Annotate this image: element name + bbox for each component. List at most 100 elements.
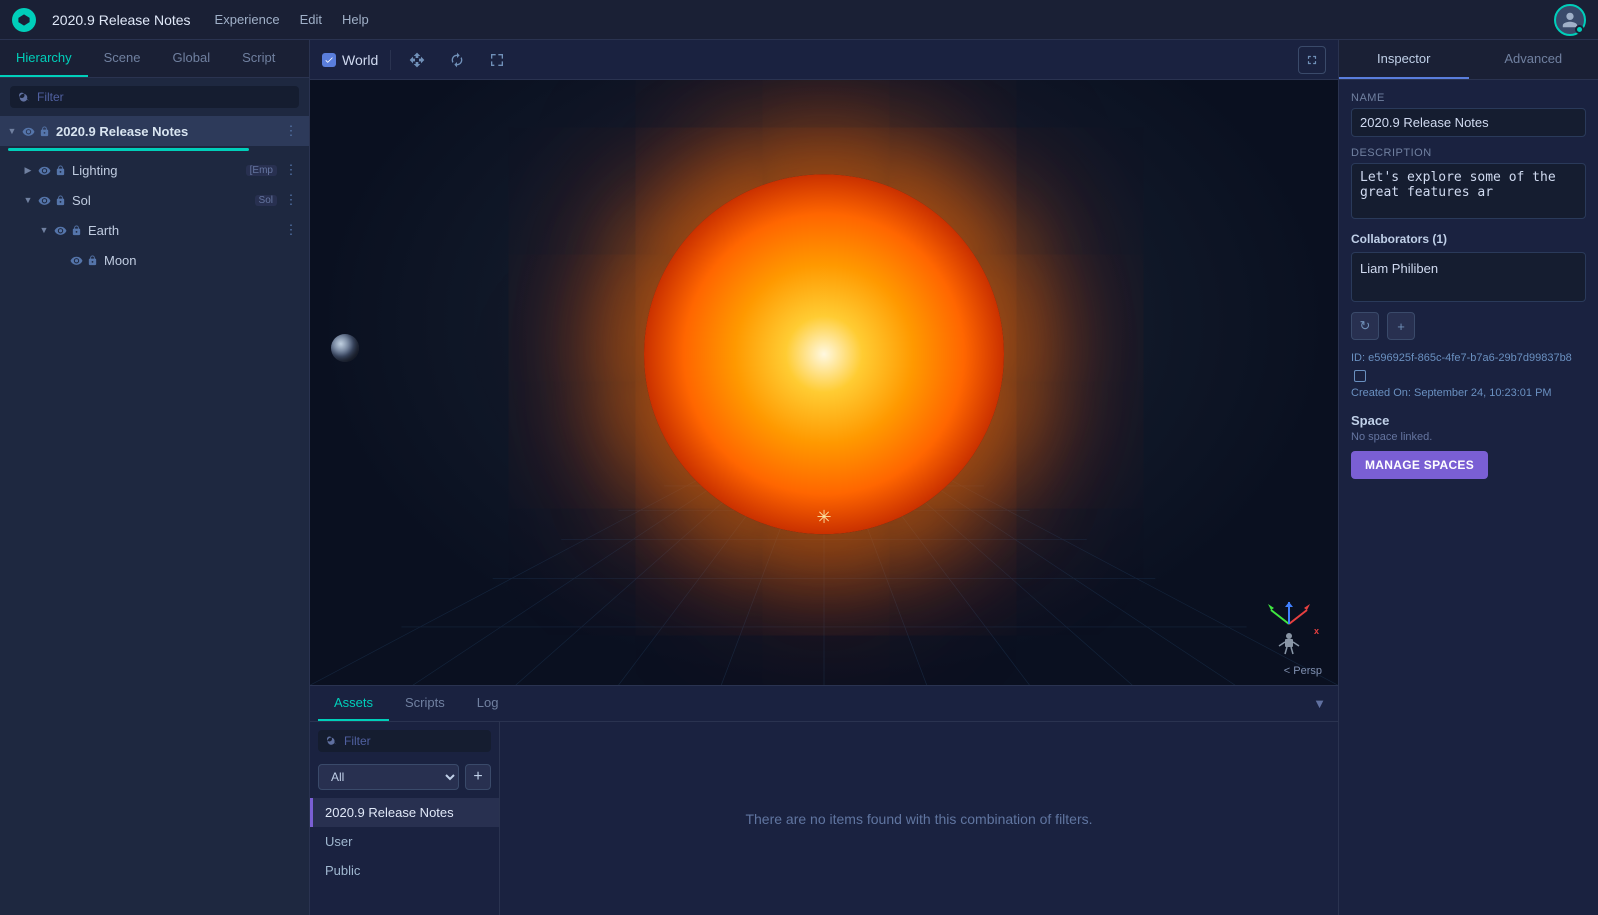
sun-crosshair: ✳ xyxy=(816,507,831,528)
expand-viewport-button[interactable] xyxy=(1298,46,1326,74)
copy-id-icon[interactable] xyxy=(1354,370,1366,382)
header-nav: Experience Edit Help xyxy=(215,12,369,27)
tab-advanced[interactable]: Advanced xyxy=(1469,40,1598,79)
bottom-panel: Assets Scripts Log ▼ All xyxy=(310,685,1338,915)
inspector-actions-row: ↻ + xyxy=(1351,312,1586,340)
app-logo[interactable] xyxy=(12,8,36,32)
inspector-collaborators-section: Collaborators (1) Liam Philiben xyxy=(1351,232,1586,302)
tree-eye-sol[interactable] xyxy=(36,192,52,208)
tree-lock-moon[interactable] xyxy=(84,252,100,268)
tree-menu-root[interactable]: ⋮ xyxy=(281,121,301,141)
tree-lock-lighting[interactable] xyxy=(52,162,68,178)
bottom-panel-chevron[interactable]: ▼ xyxy=(1309,692,1330,715)
collaborator-name: Liam Philiben xyxy=(1360,261,1438,276)
assets-type-select[interactable]: All xyxy=(318,764,459,790)
inspector-name-input[interactable] xyxy=(1351,108,1586,137)
assets-content: All + 2020.9 Release Notes User Public T… xyxy=(310,722,1338,915)
tree-menu-earth[interactable]: ⋮ xyxy=(281,220,301,240)
move-tool-icon[interactable] xyxy=(403,46,431,74)
tab-scripts[interactable]: Scripts xyxy=(389,686,461,721)
tree-menu-sol[interactable]: ⋮ xyxy=(281,190,301,210)
tab-log[interactable]: Log xyxy=(461,686,515,721)
tree-tag-lighting: [Emp xyxy=(246,165,277,176)
inspector-description-textarea[interactable]: Let's explore some of the great features… xyxy=(1351,163,1586,219)
tab-inspector[interactable]: Inspector xyxy=(1339,40,1469,79)
inspector-tabs-row: Inspector Advanced xyxy=(1339,40,1598,80)
viewport-toolbar: World xyxy=(310,40,1338,80)
nav-experience[interactable]: Experience xyxy=(215,12,280,27)
tree-item-sol[interactable]: ▼ Sol Sol ⋮ xyxy=(0,185,309,215)
tree-arrow-earth[interactable]: ▼ xyxy=(36,222,52,238)
assets-filter-input[interactable] xyxy=(344,734,483,748)
viewport-gizmo[interactable]: x xyxy=(1257,592,1322,657)
inspector-description-label: Description xyxy=(1351,147,1586,159)
assets-type-row: All + xyxy=(310,760,499,798)
scale-tool-icon[interactable] xyxy=(483,46,511,74)
hierarchy-tabs: Hierarchy Scene Global Script xyxy=(0,40,309,78)
top-header: 2020.9 Release Notes Experience Edit Hel… xyxy=(0,0,1598,40)
tree-tag-sol: Sol xyxy=(255,195,277,206)
tab-hierarchy[interactable]: Hierarchy xyxy=(0,40,88,77)
tree-menu-lighting[interactable]: ⋮ xyxy=(281,160,301,180)
tree-eye-moon[interactable] xyxy=(68,252,84,268)
assets-list-item-public[interactable]: Public xyxy=(310,856,499,885)
main-layout: Hierarchy Scene Global Script ▼ xyxy=(0,40,1598,915)
tab-script[interactable]: Script xyxy=(226,40,291,77)
tree-eye-lighting[interactable] xyxy=(36,162,52,178)
hierarchy-filter-row xyxy=(0,78,309,116)
tree-lock-sol[interactable] xyxy=(52,192,68,208)
rotate-tool-icon[interactable] xyxy=(443,46,471,74)
viewport[interactable]: ✳ xyxy=(310,80,1338,685)
hierarchy-filter-wrap xyxy=(10,86,299,108)
tree-label-moon: Moon xyxy=(100,253,301,268)
inspector-description-section: Description Let's explore some of the gr… xyxy=(1351,147,1586,222)
inspector-created-value: September 24, 10:23:01 PM xyxy=(1414,387,1552,399)
assets-filter-row xyxy=(310,722,499,760)
tree-arrow-sol[interactable]: ▼ xyxy=(20,192,36,208)
sun-object xyxy=(644,174,1004,534)
hierarchy-filter-input[interactable] xyxy=(37,90,291,104)
tree-item-lighting[interactable]: ▶ Lighting [Emp ⋮ xyxy=(0,155,309,185)
tree-label-sol: Sol xyxy=(68,193,255,208)
inspector-collaborators-title: Collaborators (1) xyxy=(1351,232,1586,246)
scroll-indicator xyxy=(8,148,249,151)
inspector-add-button[interactable]: + xyxy=(1387,312,1415,340)
inspector-space-label: Space xyxy=(1351,413,1586,428)
tab-scene[interactable]: Scene xyxy=(88,40,157,77)
nav-edit[interactable]: Edit xyxy=(300,12,322,27)
assets-add-button[interactable]: + xyxy=(465,764,491,790)
assets-list-item-release-notes[interactable]: 2020.9 Release Notes xyxy=(310,798,499,827)
tree-item-moon[interactable]: ▶ Moon xyxy=(0,245,309,275)
assets-list-item-user[interactable]: User xyxy=(310,827,499,856)
tree-label-earth: Earth xyxy=(84,223,281,238)
search-icon xyxy=(18,91,31,104)
tab-assets[interactable]: Assets xyxy=(318,686,389,721)
nav-help[interactable]: Help xyxy=(342,12,369,27)
user-avatar[interactable] xyxy=(1554,4,1586,36)
inspector-refresh-button[interactable]: ↻ xyxy=(1351,312,1379,340)
right-panel: Inspector Advanced Name Description Let'… xyxy=(1338,40,1598,915)
small-planet-object xyxy=(331,334,359,362)
tree-arrow-lighting[interactable]: ▶ xyxy=(20,162,36,178)
left-panel: Hierarchy Scene Global Script ▼ xyxy=(0,40,310,915)
tree-eye-earth[interactable] xyxy=(52,222,68,238)
bottom-tabs-row: Assets Scripts Log ▼ xyxy=(310,686,1338,722)
inspector-id-section: ID: e596925f-865c-4fe7-b7a6-29b7d99837b8… xyxy=(1351,350,1586,403)
inspector-id-value: e596925f-865c-4fe7-b7a6-29b7d99837b8 xyxy=(1368,352,1572,364)
center-panel: World xyxy=(310,40,1338,915)
world-checkbox[interactable]: World xyxy=(322,52,378,68)
tree-lock-earth[interactable] xyxy=(68,222,84,238)
tab-global[interactable]: Global xyxy=(157,40,227,77)
hierarchy-tree: ▼ 2020.9 Release Notes ⋮ ▶ xyxy=(0,116,309,915)
tree-item-root[interactable]: ▼ 2020.9 Release Notes ⋮ xyxy=(0,116,309,146)
inspector-content: Name Description Let's explore some of t… xyxy=(1339,80,1598,915)
tree-item-earth[interactable]: ▼ Earth ⋮ xyxy=(0,215,309,245)
tree-lock-root[interactable] xyxy=(36,123,52,139)
tree-label-lighting: Lighting xyxy=(68,163,246,178)
manage-spaces-button[interactable]: MANAGE SPACES xyxy=(1351,451,1488,479)
inspector-space-section: Space No space linked. MANAGE SPACES xyxy=(1351,413,1586,479)
tree-arrow-root[interactable]: ▼ xyxy=(4,123,20,139)
assets-search-icon xyxy=(326,735,338,747)
toolbar-divider-1 xyxy=(390,50,391,70)
tree-eye-root[interactable] xyxy=(20,123,36,139)
